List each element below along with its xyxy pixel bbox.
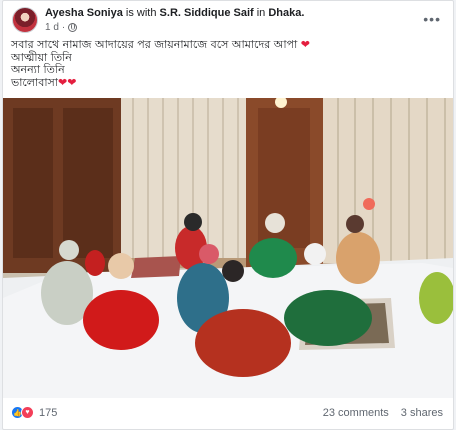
reaction-bar: 👍 ♥ 175 23 comments 3 shares (9, 403, 447, 423)
post-meta: 1 d · (45, 22, 78, 33)
love-icon: ♥ (21, 406, 34, 419)
comments-link[interactable]: 23 comments (323, 407, 389, 419)
reaction-icons[interactable]: 👍 ♥ (11, 406, 34, 419)
author-name[interactable]: Ayesha Soniya (45, 7, 123, 19)
shares-link[interactable]: 3 shares (401, 407, 443, 419)
photo-illustration (3, 98, 453, 398)
author-avatar[interactable] (12, 7, 38, 33)
post-text-line: ভালোবাসা❤❤ (11, 75, 77, 89)
globe-icon (68, 23, 78, 32)
post-text: সবার সাথে নামাজ আদায়ের পর জায়নামাজে বস… (11, 38, 310, 89)
post-text-line: সবার সাথে নামাজ আদায়ের পর জায়নামাজে বস… (11, 38, 310, 51)
post-card: Ayesha Soniya is with S.R. Siddique Saif… (2, 0, 454, 430)
more-options-icon[interactable]: ••• (423, 11, 441, 27)
with-text: is with (125, 7, 157, 19)
location-link[interactable]: Dhaka. (268, 7, 304, 19)
heart-icon: ❤ (300, 38, 310, 51)
in-text: in (256, 7, 266, 19)
post-photo[interactable] (3, 98, 453, 398)
post-timestamp[interactable]: 1 d (45, 22, 59, 33)
heart-icon: ❤ (57, 75, 68, 89)
author-line: Ayesha Soniya is with S.R. Siddique Saif… (45, 7, 304, 19)
post-stats: 23 comments 3 shares (323, 407, 443, 419)
heart-icon: ❤ (67, 75, 77, 89)
post-header: Ayesha Soniya is with S.R. Siddique Saif… (9, 5, 447, 33)
meta-separator: · (61, 22, 66, 33)
tagged-person[interactable]: S.R. Siddique Saif (160, 7, 254, 19)
reaction-count[interactable]: 175 (39, 407, 57, 419)
